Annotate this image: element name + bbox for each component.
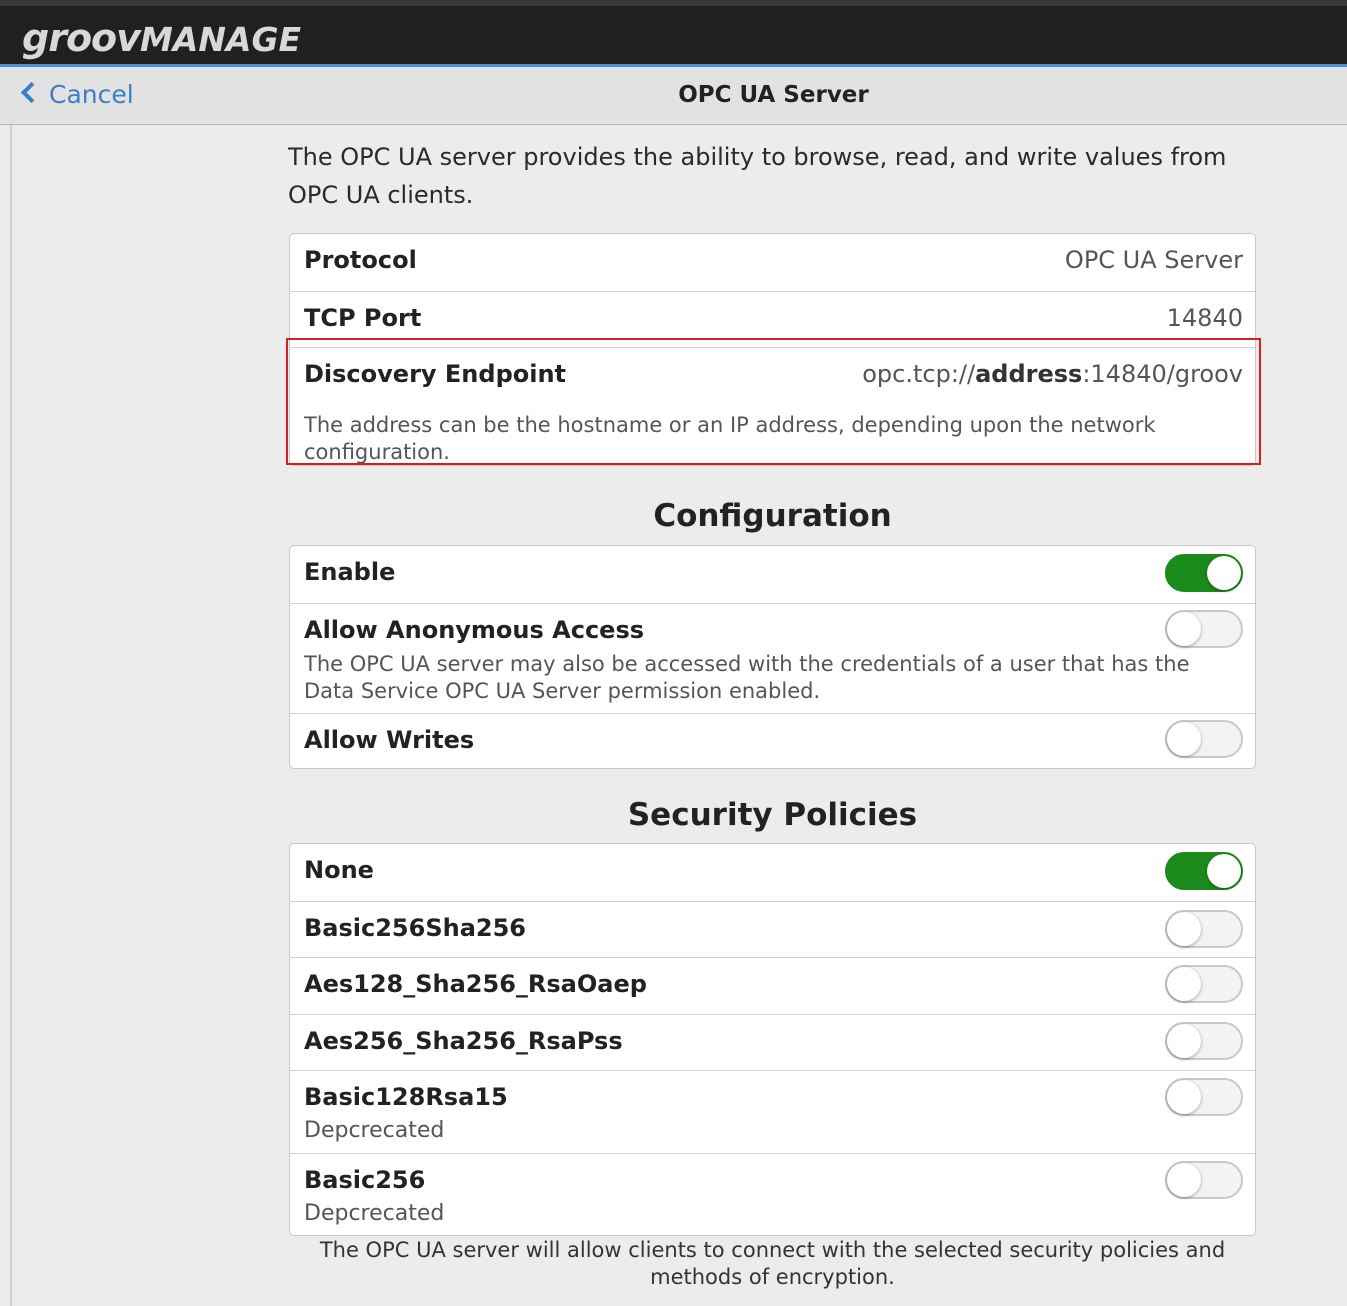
policy-label: Basic128Rsa15 xyxy=(304,1083,508,1111)
policy-row-basic128rsa15: Basic128Rsa15 Depcrecated xyxy=(290,1070,1255,1153)
policy-label: Basic256 xyxy=(304,1166,426,1194)
intro-text: The OPC UA server provides the ability t… xyxy=(288,143,1227,209)
discovery-endpoint-value: opc.tcp://address:14840/groov xyxy=(862,360,1243,388)
deprecated-note: Depcrecated xyxy=(304,1201,445,1226)
security-footnote: The OPC UA server will allow clients to … xyxy=(319,1238,1226,1289)
policy-label: Aes256_Sha256_RsaPss xyxy=(304,1027,623,1055)
discovery-endpoint-row: Discovery Endpoint opc.tcp://address:148… xyxy=(290,347,1255,465)
config-row-writes: Allow Writes xyxy=(290,713,1255,768)
toggle-knob xyxy=(1167,722,1201,756)
toggle-knob xyxy=(1207,556,1241,590)
groov-manage-logo: groovMANAGE xyxy=(22,16,302,60)
left-divider xyxy=(10,125,12,1306)
toggle-knob xyxy=(1167,1163,1201,1197)
tcp-port-label: TCP Port xyxy=(304,304,422,332)
toggle-knob xyxy=(1167,612,1201,646)
policy-basic128rsa15-toggle[interactable] xyxy=(1165,1078,1243,1116)
toggle-knob xyxy=(1207,854,1241,888)
policy-none-toggle[interactable] xyxy=(1165,852,1243,890)
policy-aes128-toggle[interactable] xyxy=(1165,965,1243,1003)
policy-row-basic256: Basic256 Depcrecated xyxy=(290,1153,1255,1235)
policy-basic256sha256-toggle[interactable] xyxy=(1165,910,1243,948)
tcp-port-row: TCP Port 14840 xyxy=(290,291,1255,347)
allow-writes-toggle[interactable] xyxy=(1165,720,1243,758)
deprecated-note: Depcrecated xyxy=(304,1118,445,1143)
policy-row-aes256: Aes256_Sha256_RsaPss xyxy=(290,1014,1255,1070)
policy-label: Aes128_Sha256_RsaOaep xyxy=(304,970,647,998)
discovery-endpoint-label: Discovery Endpoint xyxy=(304,360,567,388)
toggle-knob xyxy=(1167,967,1201,1001)
protocol-label: Protocol xyxy=(304,246,417,274)
policy-label: None xyxy=(304,856,374,884)
protocol-row: Protocol OPC UA Server xyxy=(290,234,1255,291)
configuration-card: Enable Allow Anonymous Access The OPC UA… xyxy=(289,545,1256,769)
policy-row-basic256sha256: Basic256Sha256 xyxy=(290,901,1255,957)
toggle-knob xyxy=(1167,912,1201,946)
allow-writes-label: Allow Writes xyxy=(304,726,475,754)
info-card: Protocol OPC UA Server TCP Port 14840 Di… xyxy=(289,233,1256,466)
tcp-port-value: 14840 xyxy=(1166,304,1243,332)
config-row-anonymous: Allow Anonymous Access The OPC UA server… xyxy=(290,603,1255,713)
security-policies-heading: Security Policies xyxy=(627,797,918,833)
security-policies-card: None Basic256Sha256 Aes128_Sha256_RsaOae… xyxy=(289,843,1256,1236)
enable-toggle[interactable] xyxy=(1165,554,1243,592)
policy-row-none: None xyxy=(290,844,1255,901)
enable-label: Enable xyxy=(304,558,396,586)
anonymous-access-toggle[interactable] xyxy=(1165,610,1243,648)
navigation-bar: Cancel OPC UA Server xyxy=(0,67,1347,125)
config-row-enable: Enable xyxy=(290,546,1255,603)
configuration-heading: Configuration xyxy=(653,498,892,534)
page-title: OPC UA Server xyxy=(678,82,869,108)
policy-label: Basic256Sha256 xyxy=(304,914,526,942)
anonymous-access-description: The OPC UA server may also be accessed w… xyxy=(304,652,1190,703)
protocol-value: OPC UA Server xyxy=(1064,246,1243,274)
toggle-knob xyxy=(1167,1080,1201,1114)
policy-row-aes128: Aes128_Sha256_RsaOaep xyxy=(290,957,1255,1014)
policy-basic256-toggle[interactable] xyxy=(1165,1161,1243,1199)
discovery-endpoint-description: The address can be the hostname or an IP… xyxy=(304,413,1156,464)
toggle-knob xyxy=(1167,1024,1201,1058)
anonymous-access-label: Allow Anonymous Access xyxy=(304,616,645,644)
top-bar: groovMANAGE xyxy=(0,0,1347,67)
policy-aes256-toggle[interactable] xyxy=(1165,1022,1243,1060)
